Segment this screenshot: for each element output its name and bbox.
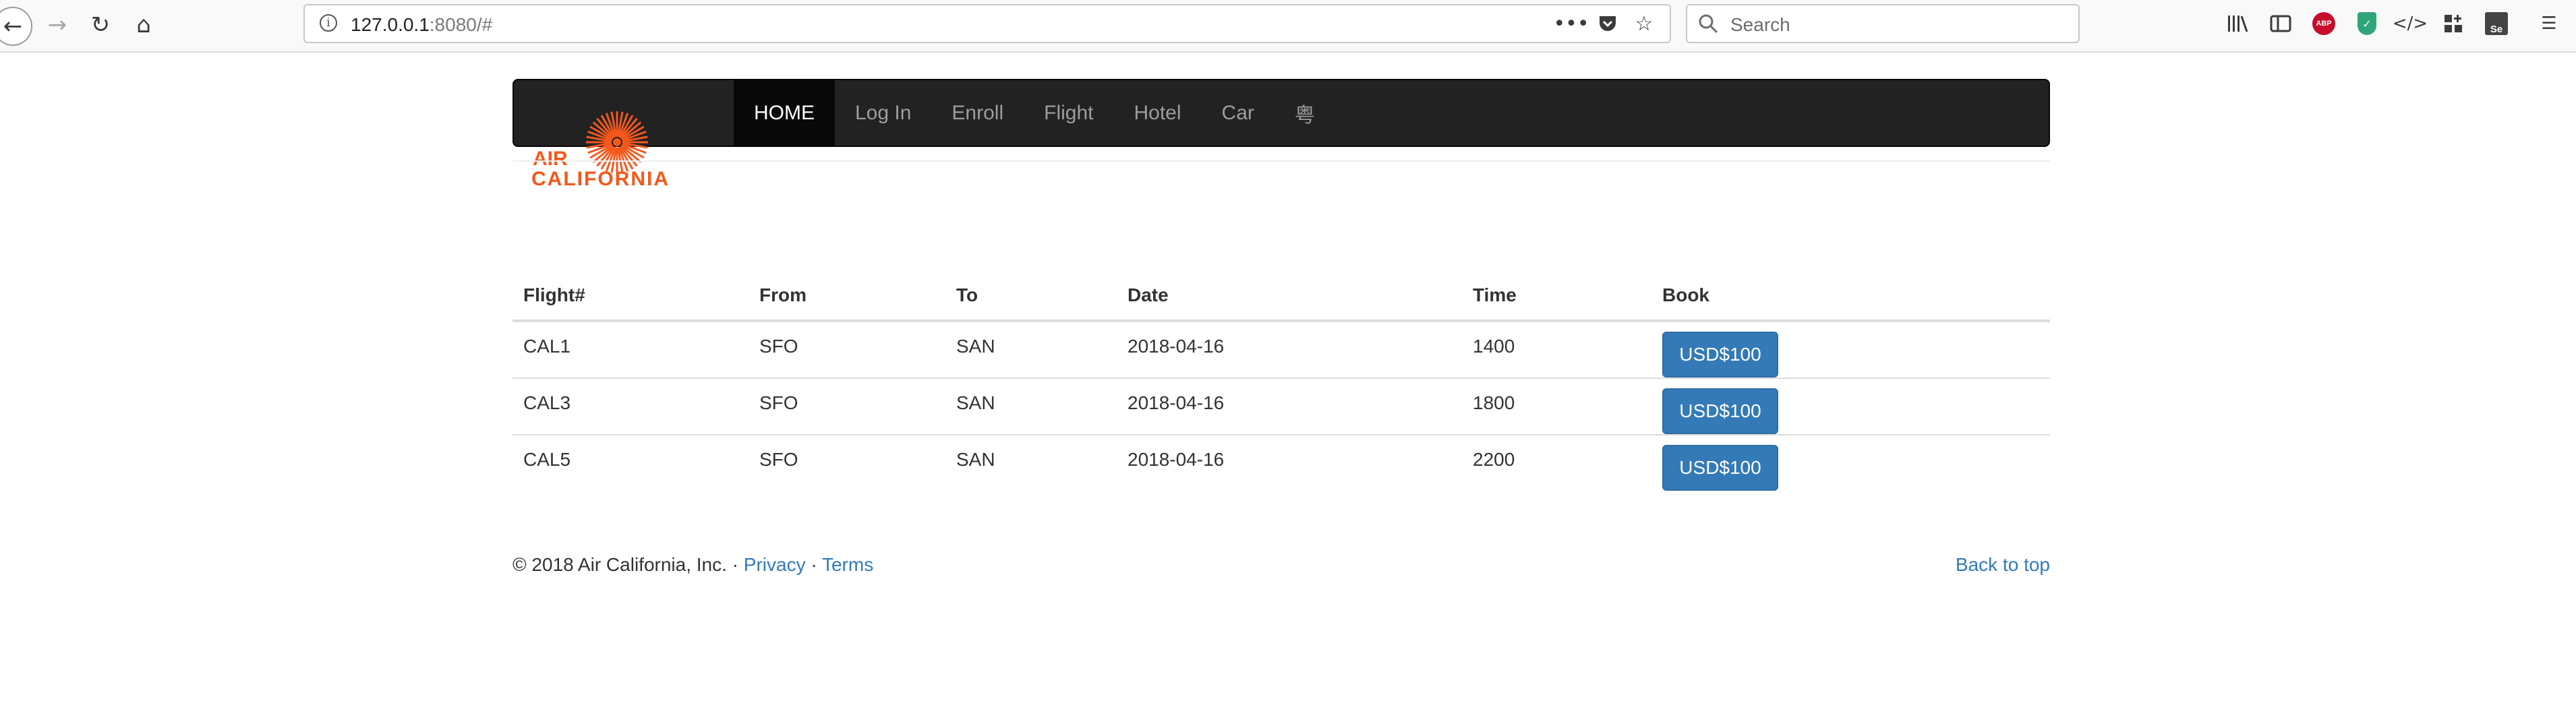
flight-time: 1400: [1462, 321, 1651, 379]
book-button[interactable]: USD$100: [1662, 445, 1778, 491]
hamburger-menu-icon[interactable]: ☰: [2534, 9, 2564, 38]
nav-language[interactable]: 粤: [1275, 80, 1335, 146]
table-row: CAL1 SFO SAN 2018-04-16 1400 USD$100: [513, 321, 2050, 379]
flight-number: CAL5: [523, 449, 571, 470]
browser-toolbar: ← → ↻ ⌂ i 127.0.0.1:8080/# ••• ☆ ABP ✓ <…: [0, 0, 2576, 53]
site-info-icon[interactable]: i: [320, 14, 337, 32]
nav-flight[interactable]: Flight: [1024, 80, 1113, 146]
table-row: CAL3 SFO SAN 2018-04-16 1800 USD$100: [513, 378, 2050, 435]
url-text[interactable]: 127.0.0.1:8080/#: [351, 14, 492, 36]
header-time: Time: [1462, 275, 1651, 322]
sidebar-icon[interactable]: [2266, 9, 2295, 38]
adblock-plus-icon[interactable]: ABP: [2309, 9, 2339, 38]
selenium-icon[interactable]: Se: [2482, 9, 2511, 38]
flight-to: SAN: [945, 321, 1117, 379]
search-input[interactable]: [1729, 12, 2069, 38]
logo-text-air: AIR: [533, 148, 568, 170]
flight-date: 2018-04-16: [1117, 321, 1462, 379]
header-divider: [513, 160, 2050, 162]
flight-from: SFO: [749, 321, 945, 379]
pocket-icon[interactable]: [1594, 11, 1621, 36]
grid-extension-icon[interactable]: [2438, 9, 2468, 38]
search-icon: [1699, 14, 1718, 34]
terms-link[interactable]: Terms: [822, 554, 873, 575]
flight-to: SAN: [956, 449, 995, 470]
page-footer: © 2018 Air California, Inc. · Privacy · …: [513, 554, 2050, 576]
flight-date: 2018-04-16: [1128, 449, 1225, 470]
nav-home[interactable]: HOME: [734, 80, 835, 146]
header-flight: Flight#: [513, 275, 749, 322]
selenium-label: Se: [2485, 12, 2508, 35]
flight-from: SFO: [749, 378, 945, 435]
url-port-path: :8080/#: [429, 14, 493, 35]
search-bar[interactable]: [1686, 4, 2080, 43]
back-to-top-link[interactable]: Back to top: [1956, 554, 2050, 576]
book-button[interactable]: USD$100: [1662, 332, 1778, 377]
flight-to: SAN: [945, 378, 1117, 435]
copyright-text: © 2018 Air California, Inc. ·: [513, 554, 744, 575]
book-cell: USD$100: [1651, 435, 2050, 491]
book-cell: USD$100: [1651, 378, 2050, 435]
header-date: Date: [1117, 275, 1462, 322]
reload-icon[interactable]: ↻: [82, 7, 119, 43]
back-arrow-icon[interactable]: ←: [0, 7, 32, 46]
url-host: 127.0.0.1: [351, 14, 430, 35]
book-cell: USD$100: [1651, 321, 2050, 379]
flight-time: 2200: [1473, 449, 1515, 470]
nav-login[interactable]: Log In: [835, 80, 931, 146]
book-button[interactable]: USD$100: [1662, 388, 1778, 434]
shield-extension-icon[interactable]: ✓: [2352, 9, 2382, 38]
nav-menu: HOME Log In Enroll Flight Hotel Car 粤: [734, 80, 1335, 146]
header-to: To: [945, 275, 1117, 322]
nav-hotel[interactable]: Hotel: [1113, 80, 1201, 146]
flight-number: CAL1: [513, 321, 749, 379]
flight-from: SFO: [759, 449, 798, 470]
adblock-label: ABP: [2312, 12, 2335, 35]
flight-number: CAL3: [513, 378, 749, 435]
flight-time: 1800: [1462, 378, 1651, 435]
nav-car[interactable]: Car: [1202, 80, 1275, 146]
flight-date: 2018-04-16: [1117, 378, 1462, 435]
header-book: Book: [1651, 275, 2050, 322]
table-row: CAL5 SFO SAN 2018-04-16 2200 USD$100: [513, 435, 2050, 491]
table-header-row: Flight# From To Date Time Book: [513, 275, 2050, 322]
header-from: From: [749, 275, 945, 322]
library-icon[interactable]: [2223, 9, 2252, 38]
nav-enroll[interactable]: Enroll: [931, 80, 1024, 146]
logo-text-california: CALIFORNIA: [531, 168, 670, 190]
site-navbar: AIR CALIFORNIA HOME Log In Enroll Flight…: [513, 79, 2050, 190]
air-california-logo[interactable]: AIR CALIFORNIA: [526, 95, 708, 196]
forward-arrow-icon[interactable]: →: [39, 7, 76, 43]
flights-table: Flight# From To Date Time Book CAL1 SFO …: [513, 275, 2050, 491]
page-actions-icon[interactable]: •••: [1553, 11, 1589, 36]
bookmark-star-icon[interactable]: ☆: [1631, 11, 1658, 36]
home-icon[interactable]: ⌂: [125, 7, 162, 43]
address-bar[interactable]: i 127.0.0.1:8080/# ••• ☆: [303, 4, 1671, 43]
dev-tools-icon[interactable]: </>: [2393, 9, 2428, 38]
privacy-link[interactable]: Privacy: [744, 554, 806, 575]
footer-separator: ·: [805, 554, 822, 575]
